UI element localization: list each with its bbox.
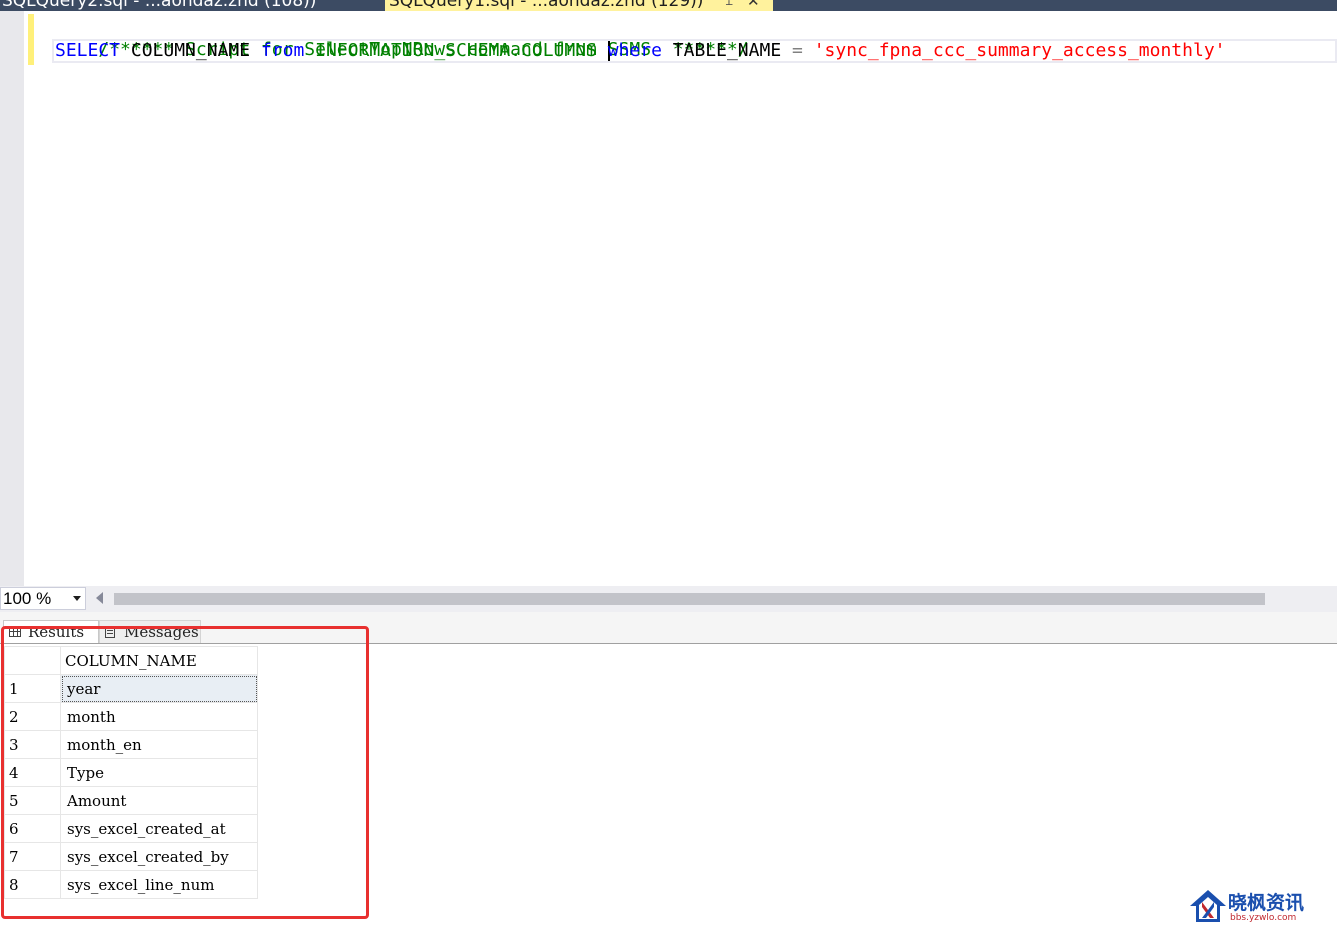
grid-cell[interactable]: month [60,702,258,731]
identifier-table-name: TABLE_NAME [672,40,782,61]
results-tab-bar: Results Messages [0,612,1337,644]
string-literal: 'sync_fpna_ccc_summary_access_monthly' [813,40,1226,61]
column-header[interactable]: COLUMN_NAME [60,646,258,675]
pin-icon[interactable]: ⫠ [725,0,733,11]
editor-status-bar: 100 % [0,586,1337,612]
grid-cell[interactable]: year [60,674,258,703]
row-number[interactable]: 4 [4,758,61,787]
scroll-left-icon[interactable] [96,592,103,604]
row-number[interactable]: 1 [4,674,61,703]
table-row[interactable]: 7 sys_excel_created_by [4,842,258,871]
row-number[interactable]: 8 [4,870,61,899]
grid-cell[interactable]: sys_excel_line_num [60,870,258,899]
tab-sqlquery1[interactable]: SQLQuery1.sql - ...aohdaz.zhd (129)) ⫠ ✕ [385,0,773,11]
table-row[interactable]: 4 Type [4,758,258,787]
row-number[interactable]: 5 [4,786,61,815]
grid-cell[interactable]: month_en [60,730,258,759]
table-row[interactable]: 3 month_en [4,730,258,759]
keyword-where: where [607,40,662,61]
query-editor[interactable]: /****** Script for SelectTopNRows comman… [0,11,1337,586]
tab-sqlquery2[interactable]: SQLQuery2.sql - ...aohdaz.zhd (108)) [2,0,316,11]
zoom-value: 100 % [3,589,52,608]
grid-header-row: COLUMN_NAME [4,646,258,675]
table-row[interactable]: 5 Amount [4,786,258,815]
grid-icon [9,627,21,637]
row-number[interactable]: 3 [4,730,61,759]
table-row[interactable]: 8 sys_excel_line_num [4,870,258,899]
change-tracking-bar [28,14,34,65]
watermark-title: 晓枫资讯 [1228,892,1305,914]
identifier-schema: INFORMATION_SCHEMA.COLUMNS [315,40,597,61]
code-line-2[interactable]: SELECT COLUMN_NAME from INFORMATION_SCHE… [55,39,1226,63]
code-line-1[interactable]: /****** Script for SelectTopNRows comman… [55,14,748,60]
grid-cell[interactable]: Type [60,758,258,787]
table-row[interactable]: 1 year [4,674,258,703]
keyword-select: SELECT [55,40,121,61]
tab-messages[interactable]: Messages [99,620,201,643]
watermark-logo: 晓枫资讯 bbs.yzwlo.com [1188,886,1318,926]
table-row[interactable]: 2 month [4,702,258,731]
row-number[interactable]: 6 [4,814,61,843]
tab-sqlquery1-label: SQLQuery1.sql - ...aohdaz.zhd (129)) [389,0,704,11]
horizontal-scrollbar-thumb[interactable] [114,593,1265,605]
grid-cell[interactable]: sys_excel_created_by [60,842,258,871]
tab-results-label: Results [28,623,85,641]
messages-icon [105,626,115,638]
row-number-header[interactable] [4,646,61,675]
zoom-select[interactable]: 100 % [0,587,86,610]
watermark-url: bbs.yzwlo.com [1230,913,1297,923]
house-logo-icon [1190,890,1226,922]
results-pane: COLUMN_NAME 1 year 2 month 3 month_en 4 … [0,644,1337,939]
chevron-down-icon[interactable] [73,596,81,601]
keyword-from: from [260,40,305,61]
results-grid: COLUMN_NAME 1 year 2 month 3 month_en 4 … [4,646,258,899]
operator-equals: = [792,40,803,61]
tab-results[interactable]: Results [3,620,99,643]
table-row[interactable]: 6 sys_excel_created_at [4,814,258,843]
grid-cell[interactable]: Amount [60,786,258,815]
row-number[interactable]: 7 [4,842,61,871]
row-number[interactable]: 2 [4,702,61,731]
tab-messages-label: Messages [124,623,199,641]
close-icon[interactable]: ✕ [747,0,760,11]
editor-gutter [0,11,24,586]
identifier-column: COLUMN_NAME [130,40,251,61]
grid-cell[interactable]: sys_excel_created_at [60,814,258,843]
document-tab-strip: SQLQuery2.sql - ...aohdaz.zhd (108)) SQL… [0,0,1337,11]
